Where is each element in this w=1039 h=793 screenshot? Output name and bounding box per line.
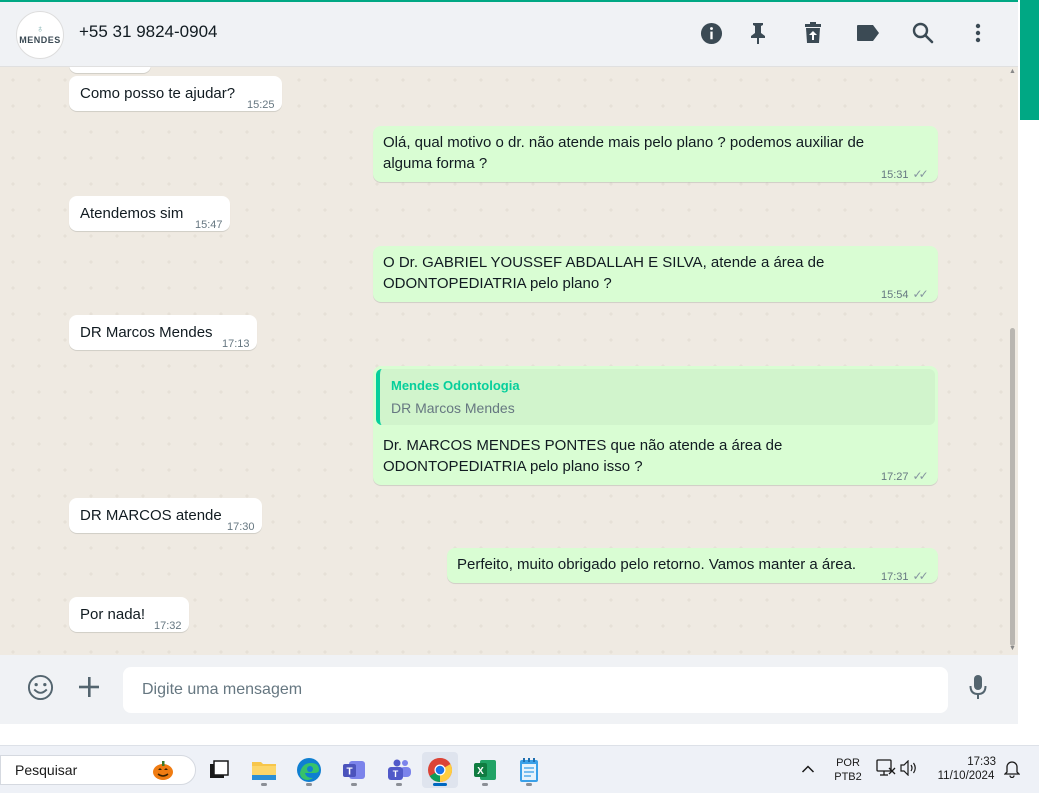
message-meta: 17:27 ✓✓	[881, 466, 929, 488]
network-icon[interactable]	[876, 759, 896, 782]
message-meta: 17:31 ✓✓	[881, 566, 929, 588]
message-text: DR Marcos Mendes	[80, 324, 213, 341]
attach-plus-icon[interactable]	[75, 673, 103, 701]
contact-name[interactable]: +55 31 9824-0904	[79, 22, 218, 42]
menu-icon[interactable]	[966, 21, 990, 45]
quoted-message[interactable]: Mendes Odontologia DR Marcos Mendes	[376, 369, 935, 425]
message-time: 17:32	[154, 620, 182, 632]
message-bubble-incoming[interactable]: DR MARCOS atende 17:30	[69, 498, 262, 533]
edge-icon[interactable]	[291, 752, 327, 788]
message-text: DR MARCOS atende	[80, 507, 222, 524]
label-icon[interactable]	[856, 21, 880, 45]
running-indicator	[261, 783, 267, 786]
window-right-edge	[1018, 0, 1039, 745]
quoted-text: DR Marcos Mendes	[391, 400, 515, 416]
message-meta: 15:54 ✓✓	[881, 284, 929, 306]
message-bubble-partial	[69, 67, 151, 73]
message-composer	[0, 655, 1018, 724]
microphone-icon[interactable]	[964, 673, 992, 701]
running-indicator	[482, 783, 488, 786]
delete-icon[interactable]	[801, 21, 825, 45]
message-bubble-outgoing[interactable]: Perfeito, muito obrigado pelo retorno. V…	[447, 548, 938, 583]
running-indicator	[396, 783, 402, 786]
window-accent-strip	[1020, 0, 1039, 120]
info-icon[interactable]	[699, 21, 723, 45]
teams-icon[interactable]: T	[381, 752, 417, 788]
message-text: Como posso te ajudar?	[80, 85, 236, 102]
message-time: 17:13	[222, 338, 250, 350]
teams-classic-icon[interactable]: T	[336, 752, 372, 788]
chat-messages-area[interactable]: Como posso te ajudar? 15:25 Olá, qual mo…	[0, 67, 1018, 655]
clock-date: 11/10/2024	[937, 770, 995, 782]
file-explorer-icon[interactable]	[246, 752, 282, 788]
message-bubble-incoming[interactable]: Por nada! 17:32	[69, 597, 189, 632]
message-text: O Dr. GABRIEL YOUSSEF ABDALLAH E SILVA, …	[383, 254, 825, 292]
message-text: Perfeito, muito obrigado pelo retorno. V…	[457, 556, 857, 573]
message-time: 17:30	[227, 521, 255, 533]
input-language-indicator[interactable]: POR PTB2	[830, 756, 866, 784]
taskbar-search-box[interactable]: Pesquisar	[0, 755, 196, 785]
notification-bell-icon[interactable]	[1003, 760, 1021, 783]
message-bubble-outgoing-reply[interactable]: Mendes Odontologia DR Marcos Mendes Dr. …	[373, 366, 938, 485]
taskbar-search-label: Pesquisar	[15, 762, 78, 778]
message-text: Por nada!	[80, 606, 146, 623]
read-receipt-icon: ✓✓	[912, 287, 929, 301]
message-time: 17:31	[881, 571, 909, 583]
scroll-down-arrow-icon[interactable]: ▼	[1009, 645, 1016, 652]
read-receipt-icon: ✓✓	[912, 569, 929, 583]
task-view-icon[interactable]	[201, 752, 237, 788]
excel-icon[interactable]: X	[467, 752, 503, 788]
chat-header: ♁ MENDES +55 31 9824-0904	[0, 2, 1018, 67]
svg-text:X: X	[477, 766, 484, 777]
message-time: 17:27	[881, 471, 909, 483]
language-code: POR	[836, 757, 860, 769]
message-text: Olá, qual motivo o dr. não atende mais p…	[383, 134, 865, 172]
message-input[interactable]	[123, 667, 948, 713]
show-hidden-icons-chevron-icon[interactable]	[801, 761, 817, 777]
message-time: 15:54	[881, 289, 909, 301]
running-indicator	[433, 783, 447, 786]
message-time: 15:31	[881, 169, 909, 181]
message-bubble-outgoing[interactable]: O Dr. GABRIEL YOUSSEF ABDALLAH E SILVA, …	[373, 246, 938, 302]
svg-text:T: T	[346, 767, 352, 778]
message-time: 15:47	[195, 219, 223, 231]
keyboard-layout: PTB2	[834, 771, 862, 783]
search-icon[interactable]	[911, 21, 935, 45]
pumpkin-icon	[153, 761, 173, 780]
chrome-icon[interactable]	[422, 752, 458, 788]
quoted-author: Mendes Odontologia	[391, 378, 520, 393]
message-bubble-outgoing[interactable]: Olá, qual motivo o dr. não atende mais p…	[373, 126, 938, 182]
clock-time: 17:33	[967, 756, 996, 768]
message-text: Atendemos sim	[80, 205, 184, 222]
notepad-icon[interactable]	[511, 752, 547, 788]
desktop-background	[0, 724, 1018, 745]
message-text: Dr. MARCOS MENDES PONTES que não atende …	[383, 437, 783, 475]
windows-taskbar: Pesquisar T T X POR PTB2 17:33 11/10/202…	[0, 745, 1039, 793]
pin-icon[interactable]	[746, 21, 770, 45]
avatar-logo-text: MENDES	[19, 34, 61, 45]
tooth-logo-icon: ♁	[36, 23, 44, 35]
message-bubble-incoming[interactable]: Atendemos sim 15:47	[69, 196, 230, 231]
scroll-up-arrow-icon[interactable]: ▲	[1009, 68, 1016, 75]
message-bubble-incoming[interactable]: Como posso te ajudar? 15:25	[69, 76, 282, 111]
emoji-icon[interactable]	[26, 673, 54, 701]
clock[interactable]: 17:33 11/10/2024	[930, 755, 1002, 783]
svg-text:T: T	[393, 769, 399, 779]
volume-icon[interactable]	[900, 759, 918, 781]
message-meta: 15:31 ✓✓	[881, 164, 929, 186]
running-indicator	[526, 783, 532, 786]
read-receipt-icon: ✓✓	[912, 469, 929, 483]
running-indicator	[351, 783, 357, 786]
running-indicator	[306, 783, 312, 786]
chat-scrollbar-thumb[interactable]	[1010, 328, 1015, 646]
read-receipt-icon: ✓✓	[912, 167, 929, 181]
message-bubble-incoming[interactable]: DR Marcos Mendes 17:13	[69, 315, 257, 350]
avatar[interactable]: ♁ MENDES	[16, 11, 64, 59]
message-time: 15:25	[247, 99, 275, 111]
